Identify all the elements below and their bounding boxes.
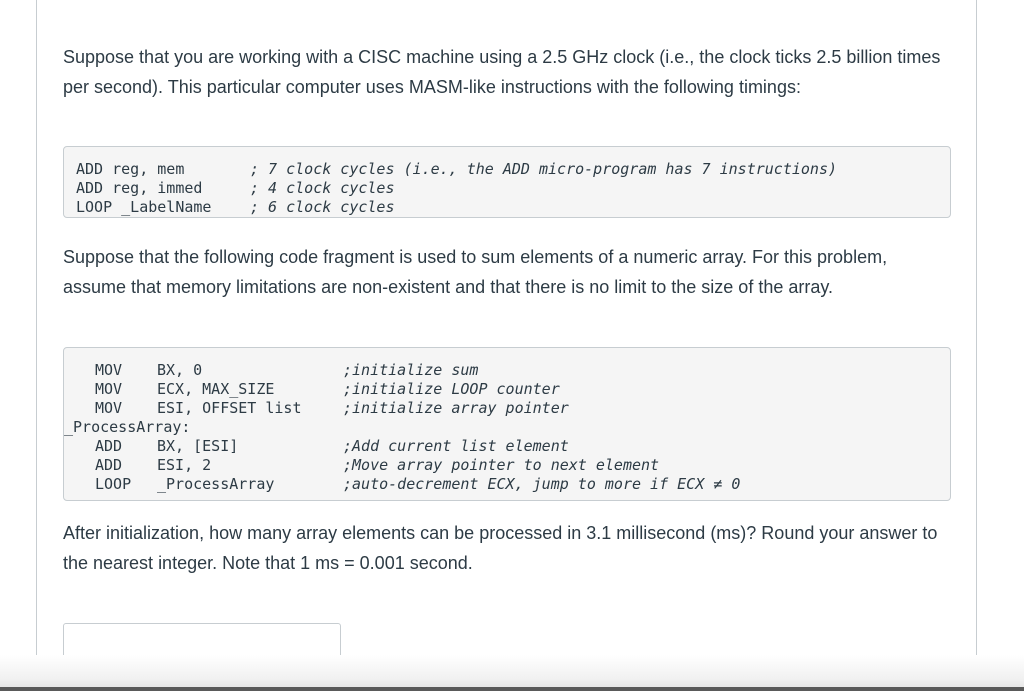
code-line: ADD BX, [ESI] ;Add current list element	[64, 437, 569, 456]
code-operands: BX, [ESI]	[157, 437, 239, 455]
code-opcode: MOV	[95, 380, 123, 398]
timing-instruction: LOOP _LabelName	[76, 198, 212, 216]
code-operands: ECX, MAX_SIZE	[157, 380, 275, 398]
code-label-line: _ProcessArray:	[64, 418, 190, 437]
question-ask: After initialization, how many array ele…	[63, 523, 938, 573]
code-opcode: ADD	[95, 456, 123, 474]
code-line: LOOP _ProcessArray ;auto-decrement ECX, …	[64, 475, 740, 494]
question-middle: Suppose that the following code fragment…	[63, 247, 888, 297]
question-frame-right-border	[976, 0, 977, 691]
code-comment: ;Move array pointer to next element	[343, 456, 660, 474]
timing-line: LOOP _LabelName ; 6 clock cycles	[64, 198, 395, 217]
code-line: MOV ECX, MAX_SIZE ;initialize LOOP count…	[64, 380, 560, 399]
code-opcode: ADD	[95, 437, 123, 455]
code-operands: ESI, OFFSET list	[157, 399, 302, 417]
code-comment: ;initialize array pointer	[343, 399, 569, 417]
question-frame-left-border	[36, 0, 37, 691]
code-line: MOV ESI, OFFSET list ;initialize array p…	[64, 399, 569, 418]
code-label: _ProcessArray:	[64, 418, 191, 436]
code-operands: BX, 0	[157, 361, 203, 379]
code-comment: ;auto-decrement ECX, jump to more if ECX…	[343, 475, 741, 493]
code-line: ADD ESI, 2 ;Move array pointer to next e…	[64, 456, 659, 475]
code-comment: ;initialize LOOP counter	[343, 380, 560, 398]
bottom-shadow	[0, 655, 1024, 691]
bottom-edge-bar	[0, 687, 1024, 691]
code-opcode: MOV	[95, 361, 123, 379]
timing-instruction: ADD reg, immed	[76, 179, 203, 197]
code-comment: ;initialize sum	[343, 361, 479, 379]
timing-instruction: ADD reg, mem	[76, 160, 185, 178]
timing-comment: ; 7 clock cycles (i.e., the ADD micro-pr…	[250, 160, 837, 178]
code-operands: ESI, 2	[157, 456, 212, 474]
timing-comment: ; 6 clock cycles	[250, 198, 395, 216]
timings-code-block: ADD reg, mem ; 7 clock cycles (i.e., the…	[63, 146, 951, 218]
code-opcode: MOV	[95, 399, 123, 417]
code-operands: _ProcessArray	[157, 475, 275, 493]
timing-line: ADD reg, immed ; 4 clock cycles	[64, 179, 395, 198]
assembly-code-block: MOV BX, 0 ;initialize sum MOV ECX, MAX_S…	[63, 347, 951, 501]
timing-comment: ; 4 clock cycles	[250, 179, 395, 197]
code-comment: ;Add current list element	[343, 437, 569, 455]
question-intro: Suppose that you are working with a CISC…	[63, 47, 941, 97]
code-line: MOV BX, 0 ;initialize sum	[64, 361, 478, 380]
timing-line: ADD reg, mem ; 7 clock cycles (i.e., the…	[64, 160, 837, 179]
code-opcode: LOOP	[95, 475, 132, 493]
